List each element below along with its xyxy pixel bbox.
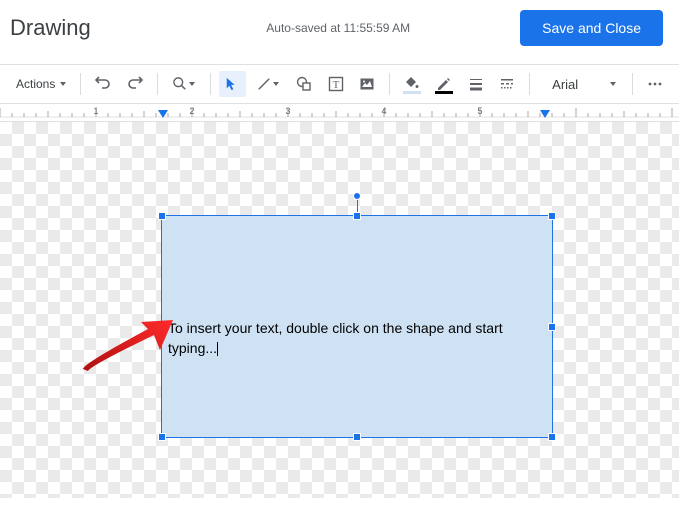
undo-icon — [95, 76, 111, 92]
drawing-canvas[interactable]: To insert your text, double click on the… — [0, 122, 679, 498]
select-icon — [225, 77, 239, 91]
resize-handle-ne[interactable] — [548, 212, 556, 220]
stroke-swatch — [435, 91, 453, 94]
separator — [157, 73, 158, 95]
line-weight-icon — [468, 76, 484, 92]
textbox-icon: T — [328, 76, 344, 92]
zoom-button[interactable] — [166, 71, 202, 97]
rotation-handle[interactable] — [353, 192, 361, 200]
undo-button[interactable] — [89, 71, 117, 97]
separator — [632, 73, 633, 95]
redo-button[interactable] — [121, 71, 149, 97]
fill-color-button[interactable] — [398, 71, 426, 97]
shape-icon — [296, 76, 312, 92]
image-tool[interactable] — [353, 71, 381, 97]
resize-handle-e[interactable] — [548, 323, 556, 331]
chevron-down-icon — [273, 82, 279, 86]
redo-icon — [127, 76, 143, 92]
more-icon — [647, 76, 663, 92]
left-indent-marker[interactable] — [158, 110, 168, 118]
font-name: Arial — [552, 77, 578, 92]
font-select[interactable]: Arial — [544, 75, 624, 94]
svg-text:3: 3 — [285, 106, 290, 116]
separator — [80, 73, 81, 95]
svg-text:1: 1 — [93, 106, 98, 116]
svg-text:T: T — [332, 79, 339, 91]
toolbar: Actions T Aria — [0, 65, 679, 104]
resize-handle-w[interactable] — [158, 323, 166, 331]
image-icon — [359, 76, 375, 92]
fill-color-icon — [404, 76, 420, 92]
separator — [210, 73, 211, 95]
resize-handle-sw[interactable] — [158, 433, 166, 441]
actions-label: Actions — [16, 77, 55, 91]
line-tool[interactable] — [250, 71, 286, 97]
pencil-icon — [436, 76, 452, 92]
text-cursor — [217, 342, 218, 356]
shape-text-content: To insert your text, double click on the… — [168, 320, 503, 356]
textbox-tool[interactable]: T — [322, 71, 350, 97]
border-color-button[interactable] — [430, 71, 458, 97]
zoom-icon — [173, 77, 187, 91]
line-dash-icon — [499, 76, 515, 92]
separator — [389, 73, 390, 95]
border-weight-button[interactable] — [462, 71, 490, 97]
separator — [529, 73, 530, 95]
dialog-title: Drawing — [10, 15, 91, 41]
resize-handle-nw[interactable] — [158, 212, 166, 220]
dialog-header: Drawing Auto-saved at 11:55:59 AM Save a… — [0, 0, 679, 64]
ruler[interactable]: 1 2 3 4 5 — [0, 104, 679, 122]
svg-text:4: 4 — [381, 106, 386, 116]
resize-handle-se[interactable] — [548, 433, 556, 441]
selected-shape[interactable]: To insert your text, double click on the… — [161, 215, 553, 438]
chevron-down-icon — [189, 82, 195, 86]
ruler-ticks: 1 2 3 4 5 — [0, 104, 679, 122]
right-indent-marker[interactable] — [540, 110, 550, 118]
shape-text[interactable]: To insert your text, double click on the… — [168, 319, 546, 358]
select-tool[interactable] — [219, 71, 247, 97]
more-button[interactable] — [641, 71, 669, 97]
autosave-status: Auto-saved at 11:55:59 AM — [266, 21, 410, 35]
line-icon — [257, 77, 271, 91]
chevron-down-icon — [610, 82, 616, 86]
border-dash-button[interactable] — [493, 71, 521, 97]
resize-handle-n[interactable] — [353, 212, 361, 220]
fill-swatch — [403, 91, 421, 94]
svg-text:2: 2 — [189, 106, 194, 116]
shape-tool[interactable] — [290, 71, 318, 97]
svg-text:5: 5 — [477, 106, 482, 116]
resize-handle-s[interactable] — [353, 433, 361, 441]
chevron-down-icon — [60, 82, 66, 86]
actions-menu[interactable]: Actions — [10, 73, 72, 95]
save-close-button[interactable]: Save and Close — [520, 10, 663, 46]
